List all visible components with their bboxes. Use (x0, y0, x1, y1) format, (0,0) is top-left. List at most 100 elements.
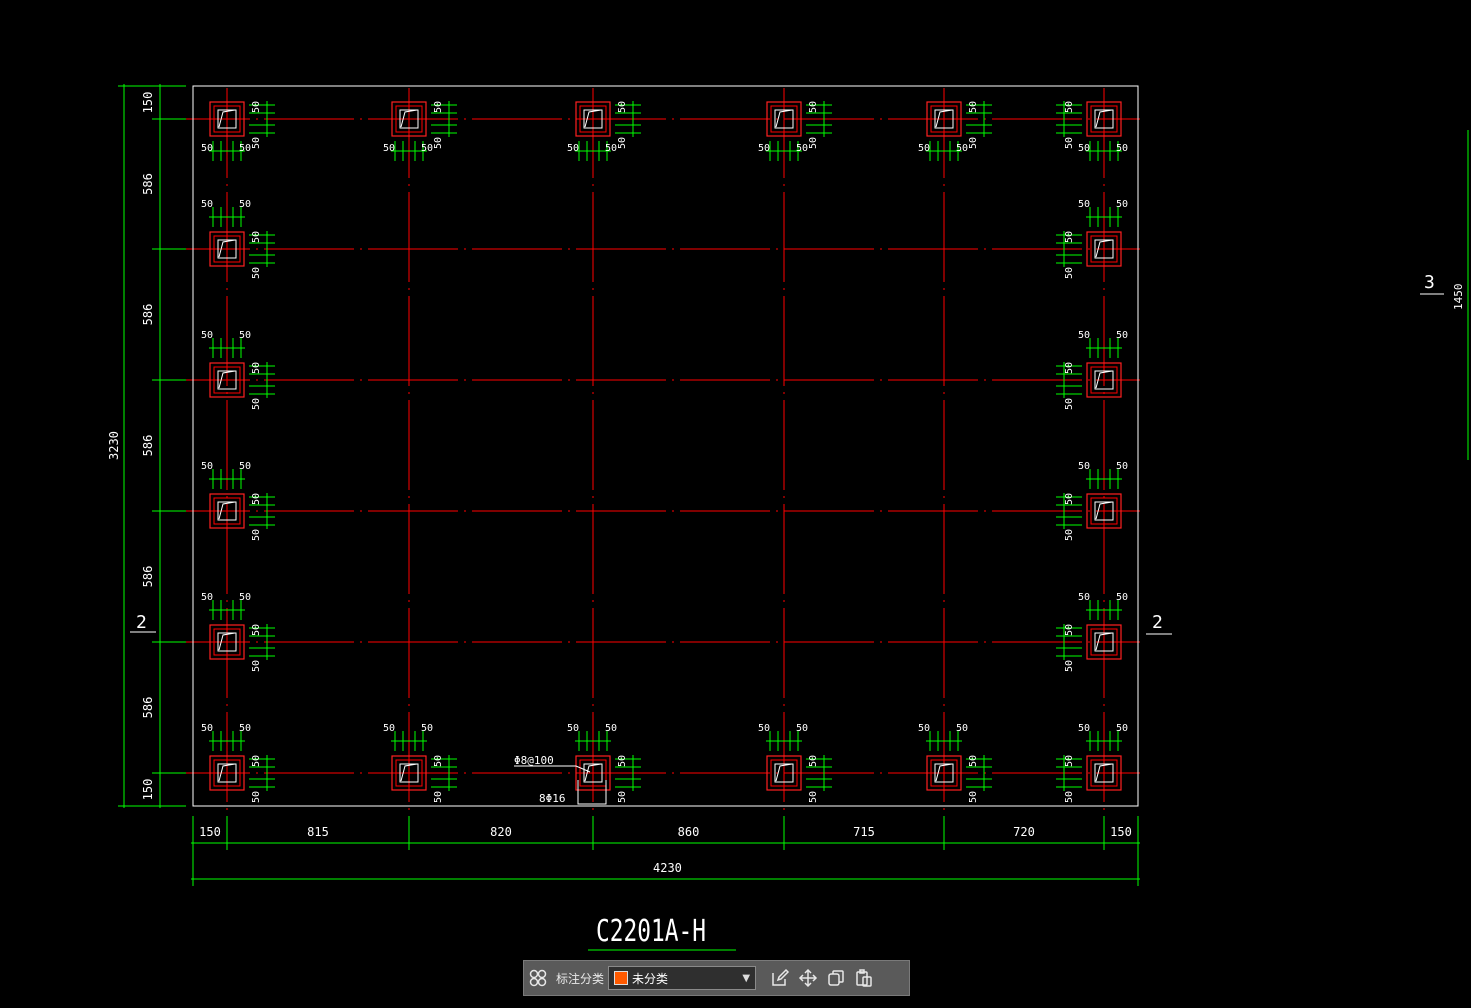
clearance-label: 50 (617, 101, 628, 113)
clearance-label: 50 (433, 101, 444, 113)
clearance-label: 50 (251, 624, 262, 636)
clearance-label: 50 (383, 143, 395, 154)
drawing-title: C2201A-H (596, 914, 706, 949)
clearance-label: 50 (758, 143, 770, 154)
clearance-label: 50 (251, 791, 262, 803)
clearance-label: 50 (201, 592, 213, 603)
rebar-stirrup-label: Φ8@100 (514, 754, 554, 767)
annotation-toolbar: 标注分类 未分类 ▼ (523, 960, 910, 996)
grid-icon[interactable] (524, 964, 552, 992)
chevron-down-icon: ▼ (742, 973, 751, 984)
clearance-label: 50 (1064, 755, 1075, 767)
clearance-label: 50 (201, 330, 213, 341)
copy-icon[interactable] (822, 964, 850, 992)
clearance-label: 50 (796, 723, 808, 734)
rebar-leader-box (577, 780, 607, 805)
clearance-label: 50 (605, 143, 617, 154)
clearance-label: 50 (239, 592, 251, 603)
clearance-label: 50 (1078, 199, 1090, 210)
clearance-label: 50 (918, 143, 930, 154)
clearance-label: 50 (383, 723, 395, 734)
height-dimension-label: 586 (141, 697, 155, 719)
clearance-label: 50 (433, 755, 444, 767)
clearance-label: 50 (1116, 723, 1128, 734)
width-dimension-label: 150 (199, 825, 221, 839)
column: 50505050 (1056, 199, 1128, 279)
grid-lines (160, 88, 1140, 818)
clearance-label: 50 (567, 723, 579, 734)
clearance-label: 50 (1116, 143, 1128, 154)
clearance-label: 50 (617, 755, 628, 767)
clearance-label: 50 (1064, 137, 1075, 149)
clearance-label: 50 (968, 101, 979, 113)
width-dimension-label: 860 (678, 825, 700, 839)
category-select-value: 未分类 (632, 971, 669, 986)
clearance-label: 50 (201, 143, 213, 154)
clearance-label: 50 (239, 723, 251, 734)
section-label-far: 3 (1424, 272, 1435, 293)
clearance-label: 50 (251, 362, 262, 374)
clearance-label: 50 (251, 398, 262, 410)
column: 50505050 (201, 723, 275, 803)
clearance-label: 50 (808, 755, 819, 767)
clearance-label: 50 (1078, 143, 1090, 154)
column: 50505050 (758, 723, 832, 803)
move-icon[interactable] (794, 964, 822, 992)
clearance-label: 50 (251, 137, 262, 149)
clearance-label: 50 (1064, 791, 1075, 803)
dimension-layer: 150 815 820 860 715 720 150 150 586 586 586 586 586 1… (118, 84, 1140, 886)
clearance-label: 50 (1064, 660, 1075, 672)
clearance-label: 50 (201, 461, 213, 472)
overall-width-label: 4230 (653, 861, 682, 875)
clearance-label: 50 (239, 143, 251, 154)
width-dimension-label: 715 (853, 825, 875, 839)
clearance-label: 50 (421, 143, 433, 154)
column: 50505050 (918, 101, 992, 161)
clearance-label: 50 (1064, 398, 1075, 410)
clearance-label: 50 (1078, 723, 1090, 734)
clearance-label: 50 (605, 723, 617, 734)
column: 50 50 50 50 (1056, 723, 1128, 803)
width-dimension-label: 720 (1013, 825, 1035, 839)
column: 50505050 (201, 199, 275, 279)
clearance-label: 50 (1064, 267, 1075, 279)
height-dimension-label: 586 (141, 173, 155, 195)
clearance-label: 50 (567, 143, 579, 154)
paste-icon[interactable] (850, 964, 878, 992)
category-select[interactable]: 未分类 ▼ (608, 966, 757, 990)
clearance-label: 50 (956, 143, 968, 154)
category-color-swatch (614, 971, 629, 985)
clearance-label: 50 (808, 101, 819, 113)
height-dimension-label: 586 (141, 435, 155, 457)
category-label: 标注分类 (556, 971, 605, 986)
column: 50505050 (201, 461, 275, 541)
column: 50505050 (201, 592, 275, 672)
clearance-label: 50 (251, 529, 262, 541)
clearance-label: 50 (1064, 362, 1075, 374)
column: 50505050 (383, 723, 457, 803)
clearance-label: 50 (1078, 592, 1090, 603)
clearance-label: 50 (918, 723, 930, 734)
width-dimension-label: 815 (307, 825, 329, 839)
column: 50505050 (201, 101, 275, 161)
clearance-label: 50 (1064, 231, 1075, 243)
clearance-label: 50 (1078, 461, 1090, 472)
clearance-label: 50 (1064, 101, 1075, 113)
clearance-label: 50 (239, 461, 251, 472)
clearance-label: 50 (808, 791, 819, 803)
section-label-left: 2 (136, 612, 147, 633)
column: 50505050 (758, 101, 832, 161)
cad-canvas[interactable]: 150 815 820 860 715 720 150 150 586 586 586 586 586 1… (0, 0, 1471, 1008)
clearance-label: 50 (251, 101, 262, 113)
height-dimension-label: 586 (141, 566, 155, 588)
column: 50505050 (1056, 330, 1128, 410)
clearance-label: 50 (201, 723, 213, 734)
clearance-label: 50 (433, 137, 444, 149)
clearance-label: 50 (1064, 529, 1075, 541)
height-dimension-label: 150 (141, 92, 155, 114)
column: 50505050 (201, 330, 275, 410)
height-dimension-label: 586 (141, 304, 155, 326)
clearance-label: 50 (617, 791, 628, 803)
edit-icon[interactable] (766, 964, 794, 992)
far-dimension-label: 1450 (1452, 284, 1465, 311)
